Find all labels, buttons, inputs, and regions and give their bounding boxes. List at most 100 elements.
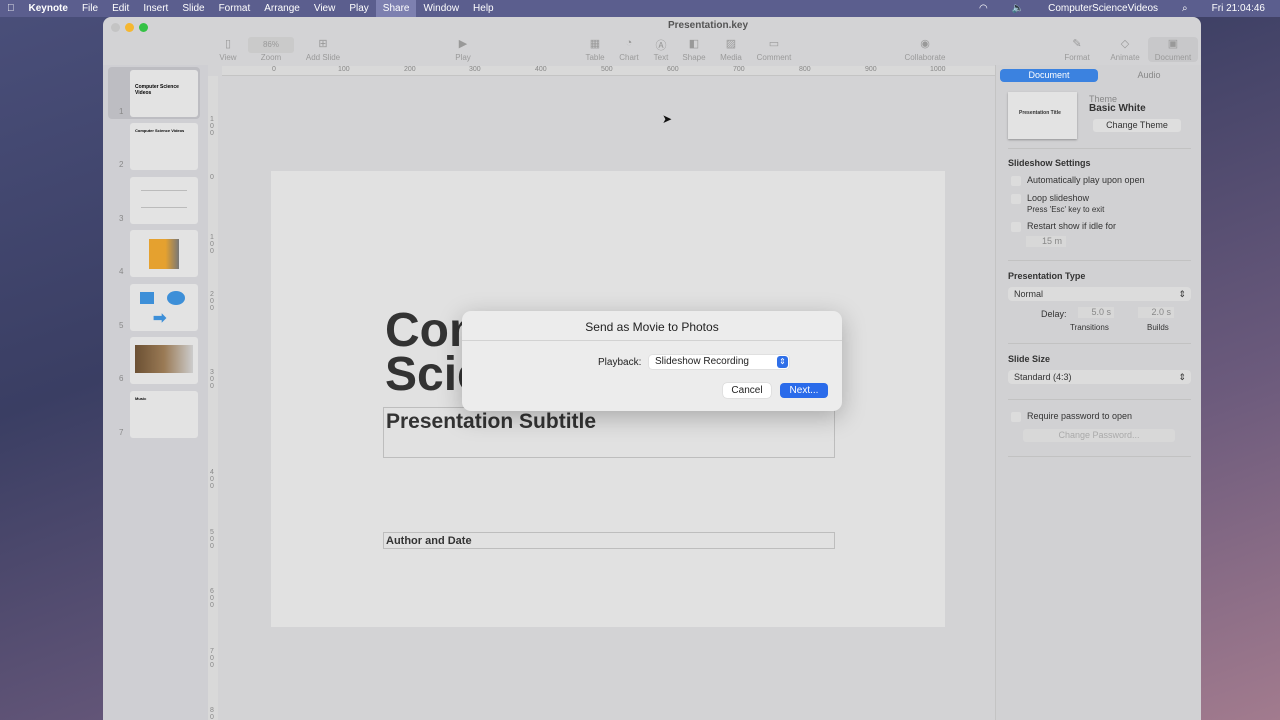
ruler-tick: 100 [338,66,350,73]
menu-slide[interactable]: Slide [175,0,211,17]
ruler-tick: 400 [535,66,547,73]
play-label: Play [455,53,471,62]
type-value: Normal [1014,289,1044,299]
change-password-button[interactable]: Change Password... [1023,429,1175,442]
checkbox[interactable] [1011,193,1021,204]
ruler-tick: 300 [469,66,481,73]
require-password-checkbox[interactable]: Require password to open [1011,411,1132,422]
minimize-button[interactable] [125,23,134,32]
checkbox[interactable] [1011,411,1021,422]
slide-thumb-7[interactable]: Music [130,391,198,438]
zoom-label: Zoom [260,53,282,62]
menu-play[interactable]: Play [342,0,375,17]
menu-arrange[interactable]: Arrange [257,0,307,17]
auto-play-checkbox[interactable]: Automatically play upon open [1011,175,1145,186]
slide-subtitle[interactable]: Presentation Subtitle [383,407,835,458]
collaborate-icon: ◉ [920,38,930,50]
mouse-cursor-icon: ➤ [662,112,673,126]
menu-view[interactable]: View [307,0,343,17]
tab-document[interactable]: Document [1000,69,1098,82]
slide-thumb-2[interactable]: Computer Science Videos [130,123,198,170]
builds-delay-field[interactable]: 2.0 s [1138,307,1174,318]
ruler-tick: 1000 [930,66,946,73]
slide-author[interactable]: Author and Date [383,532,835,549]
comment-label: Comment [756,53,792,62]
theme-thumb-title: Presentation Title [1019,110,1061,116]
next-button[interactable]: Next... [780,383,828,398]
require-password-label: Require password to open [1027,411,1133,421]
change-theme-button[interactable]: Change Theme [1093,119,1181,132]
slide-thumb-3[interactable] [130,177,198,224]
zoom-button[interactable] [139,23,148,32]
play-button[interactable]: ▶ Play [438,37,488,62]
animate-button[interactable]: ◇ Animate [1100,37,1150,62]
ruler-tick: 0 [210,174,214,181]
dialog-title: Send as Movie to Photos [462,311,842,341]
ruler-tick: 200 [404,66,416,73]
menu-clock[interactable]: Fri 21:04:46 [1205,0,1272,17]
slide-thumb-6[interactable] [130,337,198,384]
loop-hint: Press 'Esc' key to exit [1027,205,1105,214]
menu-user[interactable]: ComputerScienceVideos [1041,0,1165,17]
menu-help[interactable]: Help [466,0,501,17]
cancel-button[interactable]: Cancel [723,383,771,398]
chevron-updown-icon: ⇕ [777,356,788,368]
ruler-tick: 500 [210,529,214,550]
send-movie-dialog: Send as Movie to Photos Playback: Slides… [462,311,842,411]
vertical-ruler: 100 0 100 200 300 400 500 600 700 800 [208,76,218,720]
theme-name: Basic White [1089,103,1146,114]
menu-format[interactable]: Format [212,0,258,17]
play-icon: ▶ [458,38,468,50]
search-icon[interactable]: ⌕ [1175,0,1195,17]
ruler-tick: 800 [210,707,214,720]
menu-window[interactable]: Window [416,0,466,17]
slide-number: 7 [119,428,124,437]
comment-button[interactable]: ▭ Comment [749,37,799,62]
slide-thumb-5[interactable]: ➡ [130,284,198,331]
menu-edit[interactable]: Edit [105,0,136,17]
ruler-tick: 600 [667,66,679,73]
presentation-type-select[interactable]: Normal ⇕ [1008,287,1191,301]
builds-label: Builds [1147,323,1169,332]
animate-icon: ◇ [1120,38,1130,50]
apple-icon[interactable]:  [0,0,22,17]
restart-checkbox[interactable]: Restart show if idle for [1011,221,1116,232]
document-label: Document [1154,53,1192,62]
ruler-tick: 600 [210,588,214,609]
chevron-updown-icon: ⇕ [1178,372,1186,382]
format-button[interactable]: ✎ Format [1052,37,1102,62]
close-button[interactable] [111,23,120,32]
collaborate-button[interactable]: ◉ Collaborate [900,37,950,62]
slide-size-select[interactable]: Standard (4:3) ⇕ [1008,370,1191,384]
paintbrush-icon: ✎ [1072,38,1082,50]
tab-audio[interactable]: Audio [1100,69,1198,82]
checkbox[interactable] [1011,221,1021,232]
add-slide-button[interactable]: ⊞ Add Slide [298,37,348,62]
checkbox[interactable] [1011,175,1021,186]
slide-thumb-4[interactable] [130,230,198,277]
menu-insert[interactable]: Insert [136,0,175,17]
table-preview [141,190,187,208]
slide-number: 5 [119,321,124,330]
loop-checkbox[interactable]: Loop slideshow [1011,193,1089,204]
volume-icon[interactable]: 🔈 [1005,0,1031,17]
menu-share[interactable]: Share [375,0,417,17]
document-button[interactable]: ▣ Document [1148,37,1198,62]
slide-navigator[interactable]: Computer Science Videos 1 Computer Scien… [103,65,208,720]
slide-number: 1 [119,107,124,116]
menu-file[interactable]: File [75,0,105,17]
divider [1008,260,1191,261]
ruler-tick: 900 [865,66,877,73]
slide-number: 6 [119,374,124,383]
document-inspector: Document Audio Presentation Title Theme … [995,65,1201,720]
playback-value: Slideshow Recording [655,356,749,367]
circle-shape [167,291,185,305]
transitions-delay-field[interactable]: 5.0 s [1078,307,1114,318]
slide-thumb-1[interactable]: Computer Science Videos [130,70,198,117]
wifi-icon[interactable]: ◠ [972,0,995,17]
idle-time-field[interactable]: 15 m [1026,236,1066,247]
menu-app[interactable]: Keynote [22,0,75,17]
zoom-select[interactable]: 86% Zoom [246,37,296,62]
ruler-tick: 500 [601,66,613,73]
playback-select[interactable]: Slideshow Recording ⇕ [649,355,789,369]
